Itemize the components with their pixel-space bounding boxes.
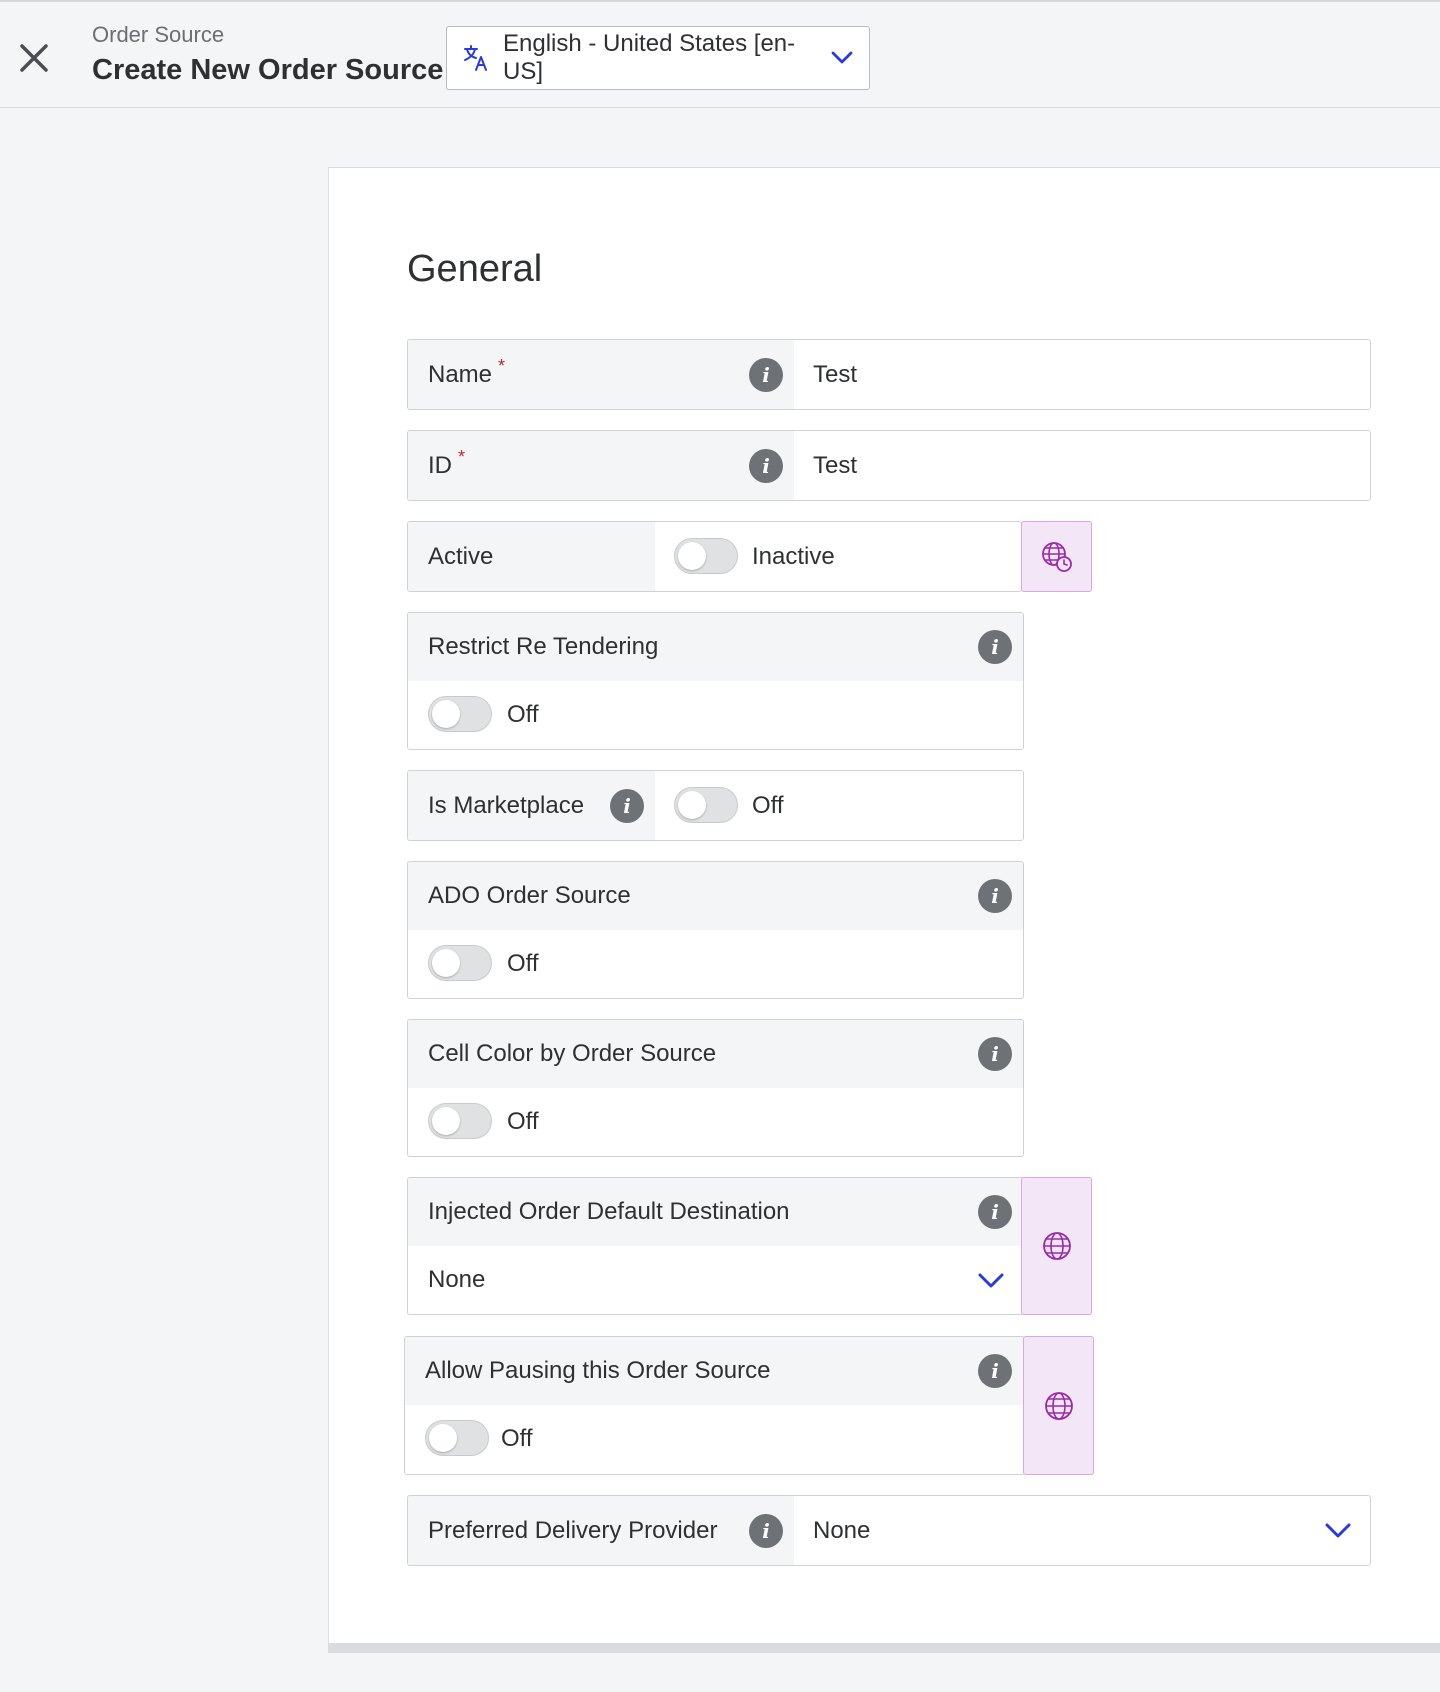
allow-pausing-toggle[interactable] <box>425 1420 489 1456</box>
locale-select[interactable]: English - United States [en-US] <box>446 26 870 90</box>
active-field: Active Inactive <box>407 521 1022 592</box>
globe-icon <box>1042 1232 1071 1260</box>
chevron-down-icon[interactable] <box>977 1272 1005 1290</box>
preferred-delivery-provider-field: Preferred Delivery Provider i None <box>407 1495 1371 1566</box>
cell-color-toggle[interactable] <box>428 1103 492 1139</box>
restrict-re-tendering-state: Off <box>507 701 539 728</box>
restrict-re-tendering-field: Restrict Re Tendering i Off <box>407 612 1024 750</box>
id-label: ID <box>428 451 452 479</box>
active-locale-button[interactable] <box>1021 521 1092 592</box>
restrict-re-tendering-toggle[interactable] <box>428 696 492 732</box>
info-icon[interactable]: i <box>978 1195 1012 1229</box>
allow-pausing-label: Allow Pausing this Order Source <box>425 1357 771 1384</box>
ado-order-source-label: ADO Order Source <box>428 882 631 909</box>
translate-icon <box>464 45 487 71</box>
globe-icon <box>1044 1391 1073 1420</box>
ado-order-source-header: ADO Order Source <box>408 862 1023 930</box>
globe-clock-icon <box>1041 541 1072 572</box>
active-label-cell: Active <box>408 522 655 591</box>
cell-color-state: Off <box>507 1108 539 1135</box>
info-icon[interactable]: i <box>978 879 1012 913</box>
active-toggle[interactable] <box>674 538 738 574</box>
info-icon[interactable]: i <box>610 789 644 823</box>
info-icon[interactable]: i <box>749 449 783 483</box>
chevron-down-icon <box>831 51 853 64</box>
cell-color-field: Cell Color by Order Source i Off <box>407 1019 1024 1157</box>
preferred-delivery-provider-label-cell: Preferred Delivery Provider <box>408 1496 794 1565</box>
section-title: General <box>407 248 543 290</box>
info-icon[interactable]: i <box>978 1037 1012 1071</box>
breadcrumb: Order Source <box>92 22 225 47</box>
locale-label: English - United States [en-US] <box>503 30 796 85</box>
cell-color-label: Cell Color by Order Source <box>428 1040 717 1067</box>
restrict-re-tendering-header: Restrict Re Tendering <box>408 613 1023 681</box>
allow-pausing-state: Off <box>501 1425 533 1452</box>
is-marketplace-field: Is Marketplace i Off <box>407 770 1024 841</box>
ado-order-source-field: ADO Order Source i Off <box>407 861 1024 999</box>
preferred-delivery-provider-label: Preferred Delivery Provider <box>428 1516 718 1544</box>
card-scrollbar[interactable] <box>328 1643 1440 1653</box>
cell-color-header: Cell Color by Order Source <box>408 1020 1023 1088</box>
is-marketplace-label: Is Marketplace <box>428 791 585 819</box>
name-field: Name * i Test <box>407 339 1371 410</box>
ado-order-source-state: Off <box>507 950 539 977</box>
active-state: Inactive <box>752 543 835 570</box>
active-label: Active <box>428 542 494 570</box>
id-input[interactable]: Test <box>813 431 1353 500</box>
injected-default-destination-label: Injected Order Default Destination <box>428 1198 790 1225</box>
injected-default-destination-header: Injected Order Default Destination <box>408 1178 1023 1246</box>
allow-pausing-locale-button[interactable] <box>1023 1336 1094 1475</box>
injected-default-destination-field: Injected Order Default Destination i Non… <box>407 1177 1024 1315</box>
allow-pausing-field: Allow Pausing this Order Source i Off <box>404 1336 1025 1475</box>
allow-pausing-header: Allow Pausing this Order Source <box>405 1337 1024 1405</box>
required-marker: * <box>458 447 466 467</box>
close-icon <box>20 44 48 72</box>
chevron-down-icon[interactable] <box>1324 1522 1352 1540</box>
id-label-cell: ID * <box>408 431 794 500</box>
preferred-delivery-provider-select[interactable]: None <box>813 1496 1293 1565</box>
name-input[interactable]: Test <box>813 340 1353 409</box>
is-marketplace-state: Off <box>752 792 784 819</box>
info-icon[interactable]: i <box>749 358 783 392</box>
top-bar: Order Source Create New Order Source Eng… <box>0 0 1440 108</box>
injected-default-destination-select[interactable]: None <box>428 1246 948 1314</box>
required-marker: * <box>498 356 506 376</box>
close-button[interactable] <box>14 38 54 78</box>
name-label-cell: Name * <box>408 340 794 409</box>
id-field: ID * i Test <box>407 430 1371 501</box>
ado-order-source-toggle[interactable] <box>428 945 492 981</box>
info-icon[interactable]: i <box>749 1514 783 1548</box>
is-marketplace-toggle[interactable] <box>674 787 738 823</box>
injected-default-destination-locale-button[interactable] <box>1021 1177 1092 1315</box>
page-title: Create New Order Source <box>92 54 444 86</box>
name-label: Name <box>428 360 493 388</box>
info-icon[interactable]: i <box>978 1354 1012 1388</box>
info-icon[interactable]: i <box>978 630 1012 664</box>
restrict-re-tendering-label: Restrict Re Tendering <box>428 633 659 660</box>
